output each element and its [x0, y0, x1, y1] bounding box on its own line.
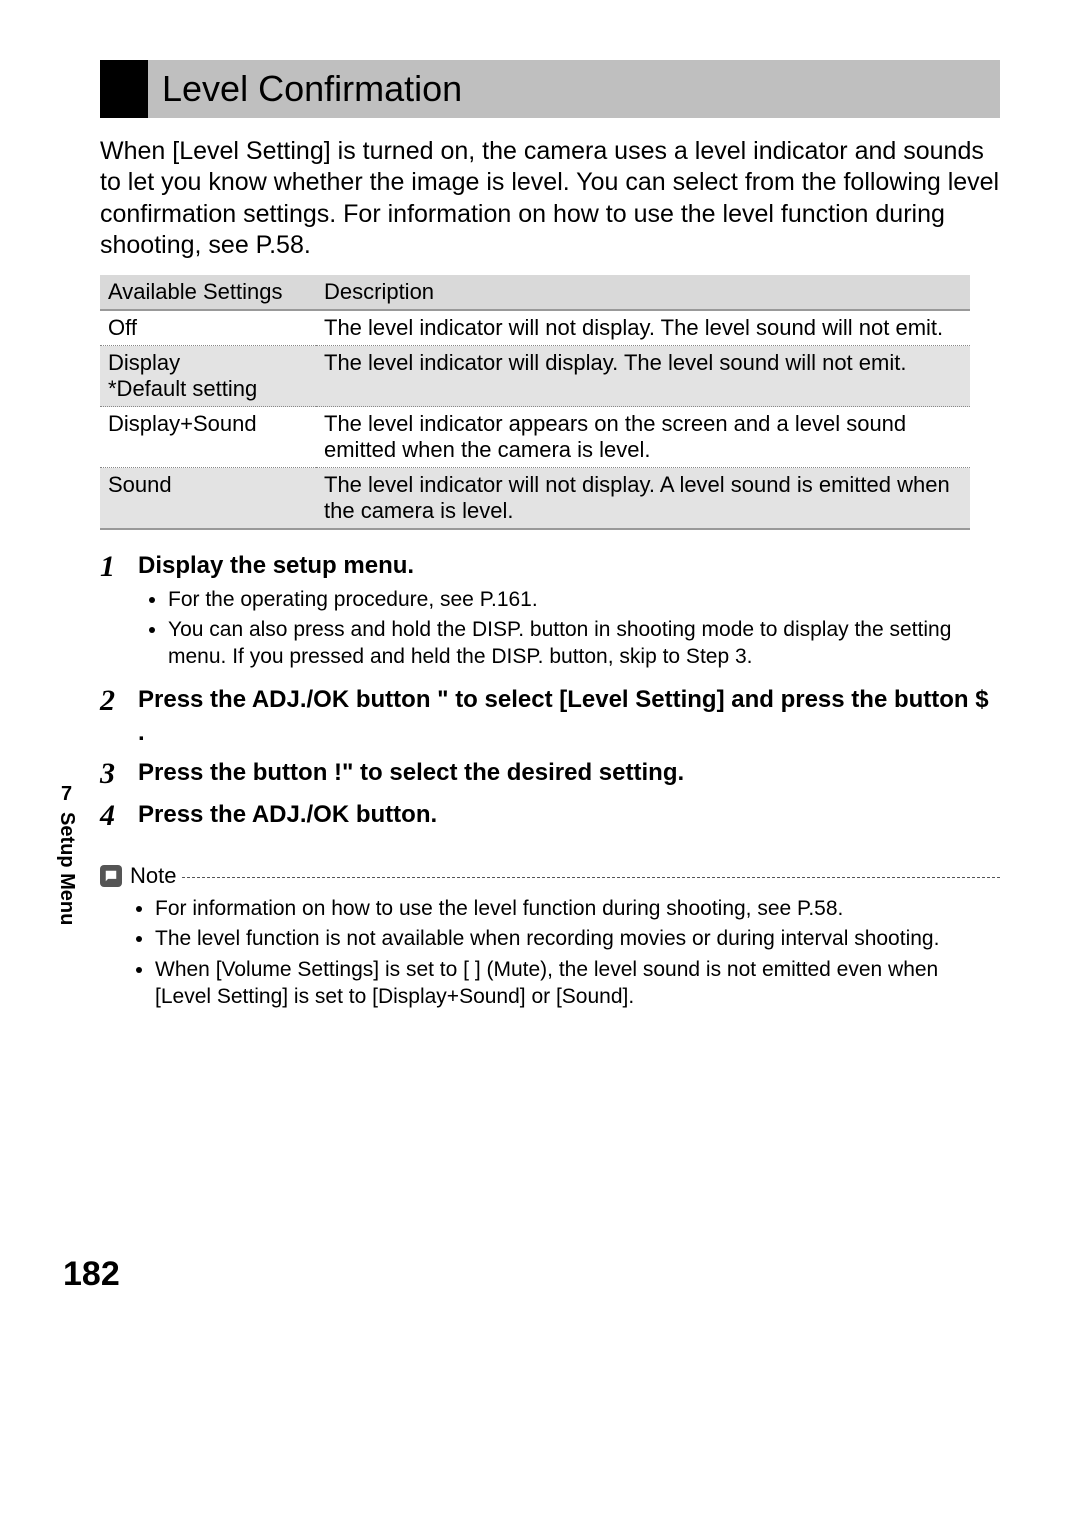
table-row: Off The level indicator will not display…: [100, 310, 970, 346]
step-bullet: For the operating procedure, see P.161.: [168, 586, 1000, 613]
step-title: Press the ADJ./OK button.: [138, 799, 1000, 831]
table-row: Display *Default setting The level indic…: [100, 346, 970, 407]
note-icon: [100, 865, 122, 887]
setting-desc: The level indicator will display. The le…: [316, 346, 970, 407]
steps-list: 1 Display the setup menu. For the operat…: [100, 550, 1000, 833]
step-number: 3: [100, 757, 138, 791]
settings-table: Available Settings Description Off The l…: [100, 275, 970, 530]
side-tab: 7 Setup Menu: [55, 783, 78, 925]
chapter-label: Setup Menu: [55, 812, 78, 925]
page-number: 182: [63, 1255, 120, 1294]
note-label: Note: [130, 863, 176, 889]
step-title: Press the ADJ./OK button " to select [Le…: [138, 684, 1000, 749]
step-title: Display the setup menu.: [138, 550, 1000, 582]
setting-desc: The level indicator appears on the scree…: [316, 407, 970, 468]
note-divider: [182, 877, 1000, 878]
step-bullet: You can also press and hold the DISP. bu…: [168, 616, 1000, 671]
table-row: Display+Sound The level indicator appear…: [100, 407, 970, 468]
note-bullet: For information on how to use the level …: [155, 895, 1000, 922]
setting-name: Off: [100, 310, 316, 346]
table-header-settings: Available Settings: [100, 275, 316, 310]
setting-desc: The level indicator will not display. A …: [316, 468, 970, 530]
step-number: 4: [100, 799, 138, 833]
intro-paragraph: When [Level Setting] is turned on, the c…: [100, 136, 1000, 261]
step-item: 2 Press the ADJ./OK button " to select […: [100, 684, 1000, 749]
note-bullet: When [Volume Settings] is set to [ ] (Mu…: [155, 956, 1000, 1011]
table-row: Sound The level indicator will not displ…: [100, 468, 970, 530]
step-item: 4 Press the ADJ./OK button.: [100, 799, 1000, 833]
setting-desc: The level indicator will not display. Th…: [316, 310, 970, 346]
step-item: 1 Display the setup menu. For the operat…: [100, 550, 1000, 676]
step-number: 1: [100, 550, 138, 676]
setting-name: Display+Sound: [100, 407, 316, 468]
step-number: 2: [100, 684, 138, 749]
table-header-description: Description: [316, 275, 970, 310]
note-bullet: The level function is not available when…: [155, 925, 1000, 952]
title-marker: [100, 60, 148, 118]
section-title: Level Confirmation: [148, 60, 476, 118]
step-title: Press the button !" to select the desire…: [138, 757, 1000, 789]
step-item: 3 Press the button !" to select the desi…: [100, 757, 1000, 791]
section-title-bar: Level Confirmation: [100, 60, 1000, 118]
setting-name: Sound: [100, 468, 316, 530]
setting-name: Display *Default setting: [100, 346, 316, 407]
note-block: Note For information on how to use the l…: [100, 863, 1000, 1010]
chapter-number: 7: [55, 783, 78, 806]
